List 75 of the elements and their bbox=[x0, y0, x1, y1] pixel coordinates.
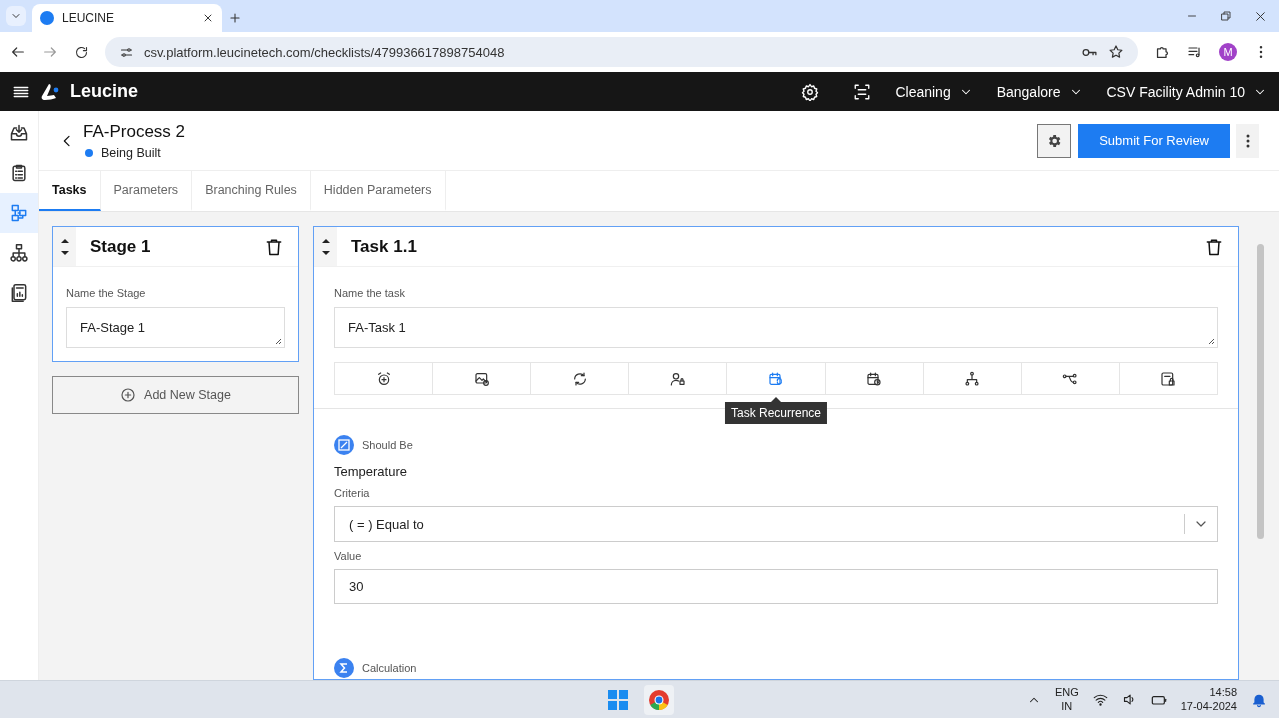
reorder-arrows[interactable] bbox=[314, 227, 337, 266]
settings-icon bbox=[1046, 132, 1063, 149]
add-circle-icon bbox=[120, 387, 137, 403]
field-label: Name the task bbox=[334, 287, 406, 299]
address-bar[interactable]: csv.platform.leucinetech.com/checklists/479936617898754048 bbox=[105, 37, 1138, 67]
restore-icon bbox=[1220, 10, 1232, 22]
tab[interactable]: Parameters bbox=[100, 171, 193, 211]
hierarchy-icon bbox=[9, 243, 29, 263]
tab[interactable]: Hidden Parameters bbox=[310, 171, 446, 211]
alarm-plus-icon bbox=[375, 370, 392, 387]
reload-icon bbox=[74, 44, 89, 60]
stage-name-field[interactable]: FA-Stage 1 bbox=[66, 307, 285, 348]
close-icon bbox=[1254, 9, 1267, 23]
value-field[interactable]: 30 bbox=[334, 569, 1218, 604]
resize-handle-icon[interactable] bbox=[1208, 338, 1215, 345]
field-label: Criteria bbox=[334, 487, 371, 499]
parameter-type: Calculation bbox=[362, 662, 417, 674]
header-dropdown[interactable]: Bangalore bbox=[996, 83, 1083, 100]
leucine-logo-icon bbox=[40, 81, 60, 102]
branch-icon bbox=[964, 370, 981, 387]
header-dropdown[interactable]: Cleaning bbox=[895, 83, 973, 100]
form-lock-icon bbox=[1160, 370, 1177, 387]
close-icon bbox=[202, 12, 214, 24]
tab[interactable]: Branching Rules bbox=[192, 171, 311, 211]
tooltip: Task Recurrence bbox=[724, 402, 827, 424]
task-name-field[interactable]: FA-Task 1 bbox=[334, 307, 1218, 348]
favicon-icon bbox=[40, 11, 54, 25]
media-icon bbox=[1187, 44, 1203, 60]
more-icon bbox=[1245, 133, 1250, 148]
language-indicator[interactable]: ENG bbox=[1054, 685, 1079, 700]
brand-name: Leucine bbox=[70, 81, 139, 102]
windows-start-icon[interactable] bbox=[608, 689, 628, 710]
parameter-name: Temperature bbox=[334, 464, 408, 479]
chrome-taskbar-icon[interactable] bbox=[644, 684, 674, 715]
back-icon bbox=[10, 44, 26, 60]
parameter-type: Should Be bbox=[362, 439, 413, 451]
task-title: Task 1.1 bbox=[350, 236, 418, 257]
header-dropdown[interactable]: CSV Facility Admin 10 bbox=[1106, 83, 1267, 100]
stage-title: Stage 1 bbox=[89, 236, 152, 257]
region-indicator[interactable]: IN bbox=[1054, 699, 1079, 714]
wifi-icon bbox=[1092, 692, 1108, 707]
field-label: Value bbox=[334, 550, 363, 562]
star-icon bbox=[1108, 44, 1124, 60]
inbox-icon bbox=[9, 123, 29, 143]
add-new-stage-button[interactable]: Add New Stage bbox=[52, 376, 299, 414]
forward-icon bbox=[42, 44, 58, 60]
scan-icon bbox=[853, 82, 872, 101]
field-label: Name the Stage bbox=[66, 287, 147, 299]
process-status: Being Built bbox=[101, 145, 161, 160]
image-upload-icon bbox=[473, 370, 490, 387]
user-lock-icon bbox=[669, 370, 686, 387]
resize-handle-icon[interactable] bbox=[275, 338, 282, 345]
reports-icon bbox=[9, 283, 29, 303]
tooltip-arrow-icon bbox=[771, 397, 781, 402]
process-icon bbox=[9, 203, 29, 223]
clock-time: 14:58 bbox=[1208, 685, 1237, 700]
refresh-icon bbox=[571, 370, 588, 387]
settings-button[interactable] bbox=[1037, 123, 1072, 158]
scrollbar-thumb[interactable] bbox=[1256, 244, 1264, 539]
more-button[interactable] bbox=[1236, 123, 1259, 158]
criteria-select[interactable]: ( = ) Equal to bbox=[334, 506, 1218, 542]
calendar-repeat-icon bbox=[768, 370, 784, 387]
reorder-arrows[interactable] bbox=[53, 227, 76, 266]
settings-icon bbox=[801, 82, 820, 101]
profile-avatar[interactable]: M bbox=[1219, 43, 1237, 61]
submit-for-review-button[interactable]: Submit For Review bbox=[1078, 123, 1230, 158]
clock-date: 17-04-2024 bbox=[1180, 699, 1237, 714]
status-dot bbox=[85, 148, 93, 157]
calendar-clock-icon bbox=[866, 370, 883, 387]
checklist-icon bbox=[9, 163, 29, 183]
new-tab-icon bbox=[228, 11, 242, 25]
process-title: FA-Process 2 bbox=[83, 121, 186, 142]
browser-tab[interactable]: LEUCINE bbox=[32, 4, 222, 32]
tab-search-button[interactable] bbox=[6, 6, 26, 26]
should-be-icon bbox=[334, 435, 354, 455]
